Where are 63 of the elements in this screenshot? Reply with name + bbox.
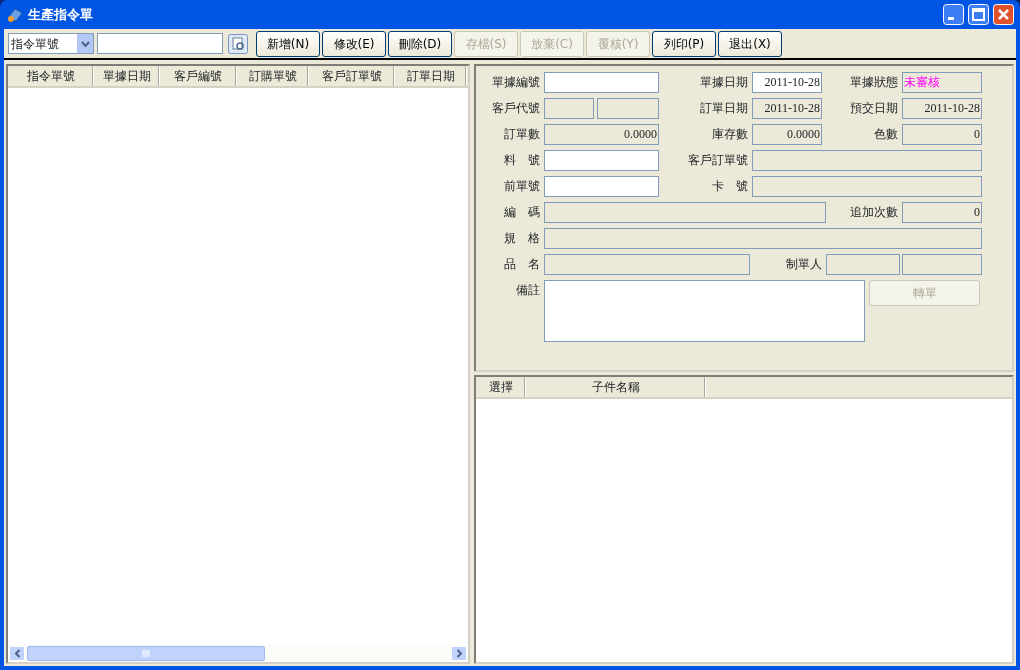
field-label: 庫存數 <box>711 126 749 143</box>
field-label: 備註 <box>515 282 541 299</box>
input-field[interactable] <box>597 98 659 119</box>
toolbar-button[interactable]: 退出(X) <box>718 30 782 57</box>
input-field[interactable] <box>544 254 750 275</box>
input-field[interactable] <box>902 254 982 275</box>
field-label: 客戶代號 <box>491 100 541 117</box>
field-label: 預交日期 <box>849 100 899 117</box>
column-header[interactable]: 指令單號 <box>8 66 94 86</box>
minimize-button[interactable] <box>943 4 964 25</box>
field-label: 色數 <box>873 126 899 143</box>
toolbar-button[interactable]: 修改(E) <box>322 30 386 57</box>
input-field[interactable]: 0.0000 <box>544 124 659 145</box>
field-label: 訂單數 <box>503 126 541 143</box>
field-label: 單據日期 <box>699 74 749 91</box>
input-field[interactable] <box>752 176 982 197</box>
toolbar-button[interactable]: 列印(P) <box>652 30 716 57</box>
input-field[interactable]: 0 <box>902 124 982 145</box>
column-header[interactable]: 客戶編號 <box>160 66 237 86</box>
column-header[interactable]: 單據日期 <box>94 66 160 86</box>
column-header[interactable]: 訂單日期 <box>395 66 467 86</box>
input-field[interactable] <box>544 98 594 119</box>
maximize-button[interactable] <box>968 4 989 25</box>
input-field[interactable] <box>752 150 982 171</box>
field-label: 單據狀態 <box>849 74 899 91</box>
input-field[interactable]: 2011-10-28 <box>752 72 822 93</box>
input-field[interactable] <box>826 254 900 275</box>
column-header[interactable]: 選擇 <box>476 377 526 397</box>
close-button[interactable] <box>993 4 1014 25</box>
search-icon[interactable] <box>228 33 248 54</box>
search-input[interactable] <box>97 33 223 54</box>
field-label: 客戶訂單號 <box>687 152 749 169</box>
field-label: 訂單日期 <box>699 100 749 117</box>
column-header[interactable]: 子件名稱 <box>526 377 706 397</box>
field-label: 追加次數 <box>849 204 899 221</box>
input-field[interactable]: 2011-10-28 <box>752 98 822 119</box>
input-field[interactable] <box>544 72 659 93</box>
input-field[interactable] <box>544 176 659 197</box>
field-label: 料 號 <box>503 152 541 169</box>
field-label: 制單人 <box>785 256 823 273</box>
input-field[interactable] <box>544 150 659 171</box>
window-title: 生產指令單 <box>28 5 93 24</box>
field-label: 前單號 <box>503 178 541 195</box>
field-label: 卡 號 <box>711 178 749 195</box>
field-label: 編 碼 <box>503 204 541 221</box>
caret-icon <box>80 40 90 47</box>
input-field[interactable]: 2011-10-28 <box>902 98 982 119</box>
column-header[interactable]: 訂購單號 <box>237 66 309 86</box>
input-field[interactable]: 0 <box>902 202 982 223</box>
memo-field[interactable] <box>544 280 865 342</box>
input-field[interactable]: 0.0000 <box>752 124 822 145</box>
field-label: 品 名 <box>503 256 541 273</box>
input-field[interactable] <box>544 228 982 249</box>
toolbar-button[interactable]: 新增(N) <box>256 30 320 57</box>
search-field-dropdown[interactable]: 指令單號 <box>8 33 94 54</box>
column-header[interactable]: 客戶訂單號 <box>309 66 395 86</box>
scroll-left-icon[interactable] <box>13 649 21 658</box>
toolbar-button[interactable]: 刪除(D) <box>388 30 452 57</box>
horizontal-scrollbar[interactable] <box>8 645 468 662</box>
field-label: 規 格 <box>503 230 541 247</box>
field-label: 單據編號 <box>491 74 541 91</box>
input-field[interactable] <box>544 202 826 223</box>
scroll-right-icon[interactable] <box>455 649 463 658</box>
